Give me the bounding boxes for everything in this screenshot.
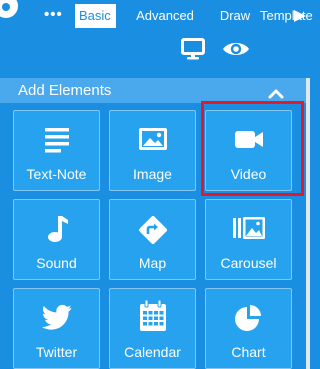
tab-basic[interactable]: Basic	[75, 4, 116, 28]
monitor-icon[interactable]	[181, 38, 205, 65]
element-sound[interactable]: Sound	[13, 199, 100, 280]
tab-draw[interactable]: Draw	[214, 4, 256, 28]
element-label: Text-Note	[26, 166, 87, 182]
calendar-icon	[138, 299, 168, 338]
element-label: Map	[138, 255, 167, 271]
element-label: Twitter	[35, 344, 78, 360]
pie-chart-icon	[233, 303, 265, 340]
more-tabs-button[interactable]: •••	[44, 7, 63, 23]
element-map[interactable]: Map	[109, 199, 196, 280]
preview-toolbar	[0, 31, 310, 77]
element-carousel[interactable]: Carousel	[205, 199, 292, 280]
element-label: Chart	[231, 344, 266, 360]
direction-sign-icon	[137, 214, 169, 251]
highlight-frame	[201, 101, 304, 196]
element-label: Image	[133, 166, 172, 182]
element-image[interactable]: Image	[109, 110, 196, 191]
tab-template[interactable]: Template	[256, 4, 318, 28]
scrollbar[interactable]	[306, 78, 310, 369]
section-title: Add Elements	[18, 82, 112, 99]
top-tab-bar: ••• Basic Advanced Draw Template	[0, 0, 313, 31]
element-twitter[interactable]: Twitter	[13, 288, 100, 369]
element-label: Carousel	[220, 255, 277, 271]
element-chart[interactable]: Chart	[205, 288, 292, 369]
element-label: Sound	[36, 255, 77, 271]
add-elements-header[interactable]: Add Elements	[0, 78, 306, 103]
eye-icon[interactable]	[222, 39, 250, 64]
music-note-icon	[44, 214, 70, 249]
element-label: Calendar	[124, 344, 181, 360]
text-lines-icon	[42, 125, 72, 158]
logo-badge-icon	[0, 0, 20, 20]
next-tab-arrow-icon[interactable]	[294, 10, 306, 22]
tab-advanced[interactable]: Advanced	[117, 4, 213, 28]
element-calendar[interactable]: Calendar	[109, 288, 196, 369]
twitter-bird-icon	[41, 303, 73, 336]
carousel-icon	[231, 214, 267, 247]
element-text-note[interactable]: Text-Note	[13, 110, 100, 191]
image-icon	[137, 125, 169, 158]
